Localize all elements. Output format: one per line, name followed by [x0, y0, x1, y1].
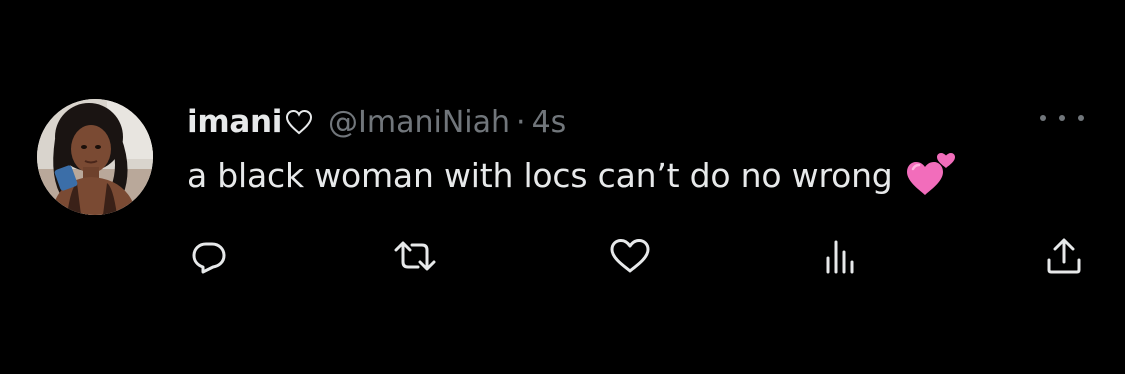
more-dot	[1078, 115, 1084, 121]
avatar-photo	[37, 99, 153, 215]
reply-icon	[192, 242, 226, 274]
more-dot	[1040, 115, 1046, 121]
tweet-text: a black woman with locs can’t do no wron…	[187, 155, 893, 195]
separator-dot: ·	[516, 104, 526, 140]
like-button[interactable]	[607, 236, 653, 276]
share-icon	[1047, 238, 1081, 274]
timestamp[interactable]: 4s	[532, 105, 567, 140]
views-icon	[826, 240, 854, 274]
more-dot	[1059, 115, 1065, 121]
retweet-button[interactable]	[391, 236, 439, 276]
two-hearts-emoji	[905, 151, 957, 199]
tweet-text-row: a black woman with locs can’t do no wron…	[187, 150, 957, 200]
retweet-icon	[394, 241, 436, 271]
views-button[interactable]	[820, 236, 860, 276]
tweet-card[interactable]: imani @ImaniNiah · 4s a black woman with…	[0, 0, 1125, 374]
handle[interactable]: @ImaniNiah	[328, 105, 510, 140]
display-name[interactable]: imani	[187, 104, 282, 140]
like-icon	[610, 239, 650, 273]
more-options-icon[interactable]	[1040, 106, 1084, 130]
tweet-header: imani @ImaniNiah · 4s	[187, 100, 566, 144]
reply-button[interactable]	[189, 236, 229, 276]
share-button[interactable]	[1044, 236, 1084, 276]
avatar[interactable]	[37, 99, 153, 215]
heart-outline-icon	[284, 108, 314, 136]
